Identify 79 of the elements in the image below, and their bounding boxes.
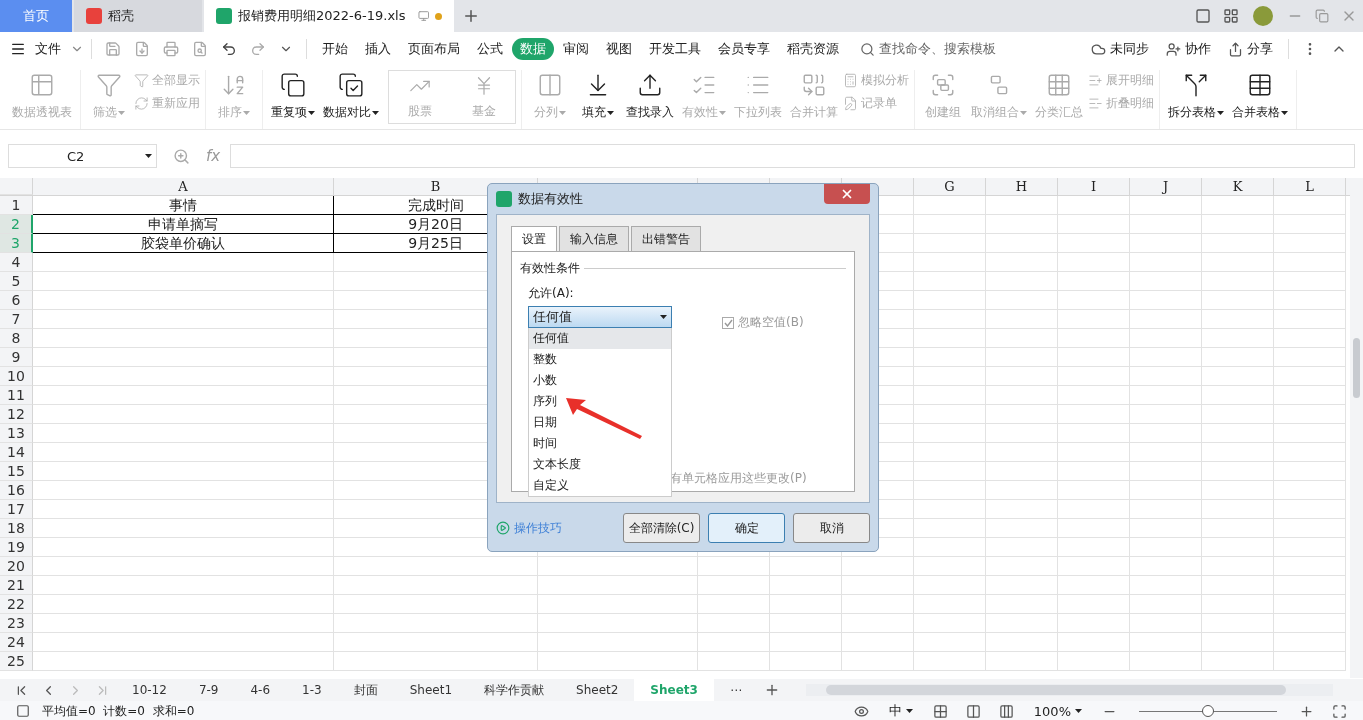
- row-header[interactable]: 20: [0, 557, 33, 576]
- sheet-tab[interactable]: 科学作贡献: [468, 679, 561, 701]
- input-mode-button[interactable]: 中: [880, 700, 921, 720]
- row-header[interactable]: 24: [0, 633, 33, 652]
- ribbon-tab[interactable]: 会员专享: [710, 38, 778, 60]
- status-summary: 平均值=0 计数=0 求和=0: [42, 702, 195, 720]
- apply-all-label: 有单元格应用这些更改(P): [670, 470, 807, 487]
- ribbon-tab[interactable]: 视图: [598, 38, 640, 60]
- ribbon-tab[interactable]: 页面布局: [400, 38, 468, 60]
- row-header[interactable]: 6: [0, 291, 33, 310]
- ribbon-tab[interactable]: 开始: [314, 38, 356, 60]
- column-header[interactable]: K: [1202, 178, 1274, 195]
- document-tab[interactable]: 报销费用明细2022-6-19.xls: [204, 0, 454, 32]
- row-header[interactable]: 22: [0, 595, 33, 614]
- ribbon-button[interactable]: 合并表格: [1229, 70, 1291, 123]
- ribbon-button[interactable]: 拆分表格: [1165, 70, 1227, 123]
- row-header[interactable]: 14: [0, 443, 33, 462]
- allow-select[interactable]: 任何值: [528, 306, 672, 328]
- sheet-tab[interactable]: Sheet1: [393, 679, 469, 701]
- row-header[interactable]: 12: [0, 405, 33, 424]
- ribbon-tab[interactable]: 开发工具: [641, 38, 709, 60]
- row-header[interactable]: 4: [0, 253, 33, 272]
- dialog-button[interactable]: 全部清除(C): [623, 513, 700, 543]
- dialog-button[interactable]: 确定: [708, 513, 785, 543]
- dialog-tab[interactable]: 输入信息: [559, 226, 629, 252]
- row-header[interactable]: 19: [0, 538, 33, 557]
- row-header[interactable]: 7: [0, 310, 33, 329]
- toolbar-button[interactable]: 分享: [1220, 38, 1281, 60]
- sheet-tab[interactable]: 10-12: [116, 679, 183, 701]
- zoom-level-button[interactable]: 100%: [1025, 701, 1090, 720]
- column-header[interactable]: G: [914, 178, 986, 195]
- ribbon-button[interactable]: 重复项: [268, 70, 318, 123]
- dialog-tab[interactable]: 出错警告: [631, 226, 701, 252]
- row-header[interactable]: 1: [0, 196, 33, 215]
- column-header[interactable]: L: [1274, 178, 1346, 195]
- sheet-tab[interactable]: 1-3: [286, 679, 338, 701]
- column-header[interactable]: A: [33, 178, 334, 195]
- more-sheets-button[interactable]: ⋯: [713, 679, 758, 701]
- row-header[interactable]: 10: [0, 367, 33, 386]
- column-header[interactable]: H: [986, 178, 1058, 195]
- dialog-tab[interactable]: 设置: [511, 226, 557, 252]
- dropdown-option[interactable]: 任何值: [529, 328, 671, 349]
- table-cell: 事情: [33, 196, 334, 215]
- ribbon-tab[interactable]: 插入: [357, 38, 399, 60]
- section-label: 有效性条件: [520, 260, 580, 277]
- sheet-tab[interactable]: 封面: [337, 679, 394, 701]
- search-field[interactable]: 查找命令、搜索模板: [860, 40, 996, 58]
- row-header[interactable]: 11: [0, 386, 33, 405]
- row-header[interactable]: 23: [0, 614, 33, 633]
- row-header[interactable]: 15: [0, 462, 33, 481]
- row-header[interactable]: 9: [0, 348, 33, 367]
- ribbon-button[interactable]: 查找录入: [623, 70, 677, 123]
- column-header[interactable]: I: [1058, 178, 1130, 195]
- toolbar-button[interactable]: 协作: [1158, 38, 1219, 60]
- row-header[interactable]: 16: [0, 481, 33, 500]
- toolbar-button[interactable]: 未同步: [1083, 38, 1157, 60]
- allow-label: 允许(A):: [528, 285, 575, 302]
- dialog-button[interactable]: 取消: [793, 513, 870, 543]
- column-header[interactable]: J: [1130, 178, 1202, 195]
- ribbon-tab[interactable]: 稻壳资源: [779, 38, 847, 60]
- document-tab[interactable]: 稻壳: [74, 0, 202, 32]
- row-header[interactable]: 5: [0, 272, 33, 291]
- table-cell: 申请单摘写: [33, 215, 334, 234]
- row-header[interactable]: 18: [0, 519, 33, 538]
- file-menu[interactable]: 文件: [27, 38, 69, 60]
- sheet-tab[interactable]: Sheet2: [560, 679, 635, 701]
- ribbon-tab[interactable]: 公式: [469, 38, 511, 60]
- sheet-tab[interactable]: 7-9: [182, 679, 235, 701]
- ribbon-button[interactable]: 填充: [575, 70, 621, 123]
- name-box[interactable]: C2: [8, 144, 157, 168]
- ribbon-button[interactable]: 数据对比: [320, 70, 382, 123]
- row-header[interactable]: 8: [0, 329, 33, 348]
- ribbon-tab[interactable]: 审阅: [555, 38, 597, 60]
- row-header[interactable]: 13: [0, 424, 33, 443]
- row-header[interactable]: 25: [0, 652, 33, 671]
- table-cell: 胶袋单价确认: [33, 234, 334, 253]
- row-header[interactable]: 17: [0, 500, 33, 519]
- row-header[interactable]: 21: [0, 576, 33, 595]
- sheet-tab[interactable]: 4-6: [234, 679, 287, 701]
